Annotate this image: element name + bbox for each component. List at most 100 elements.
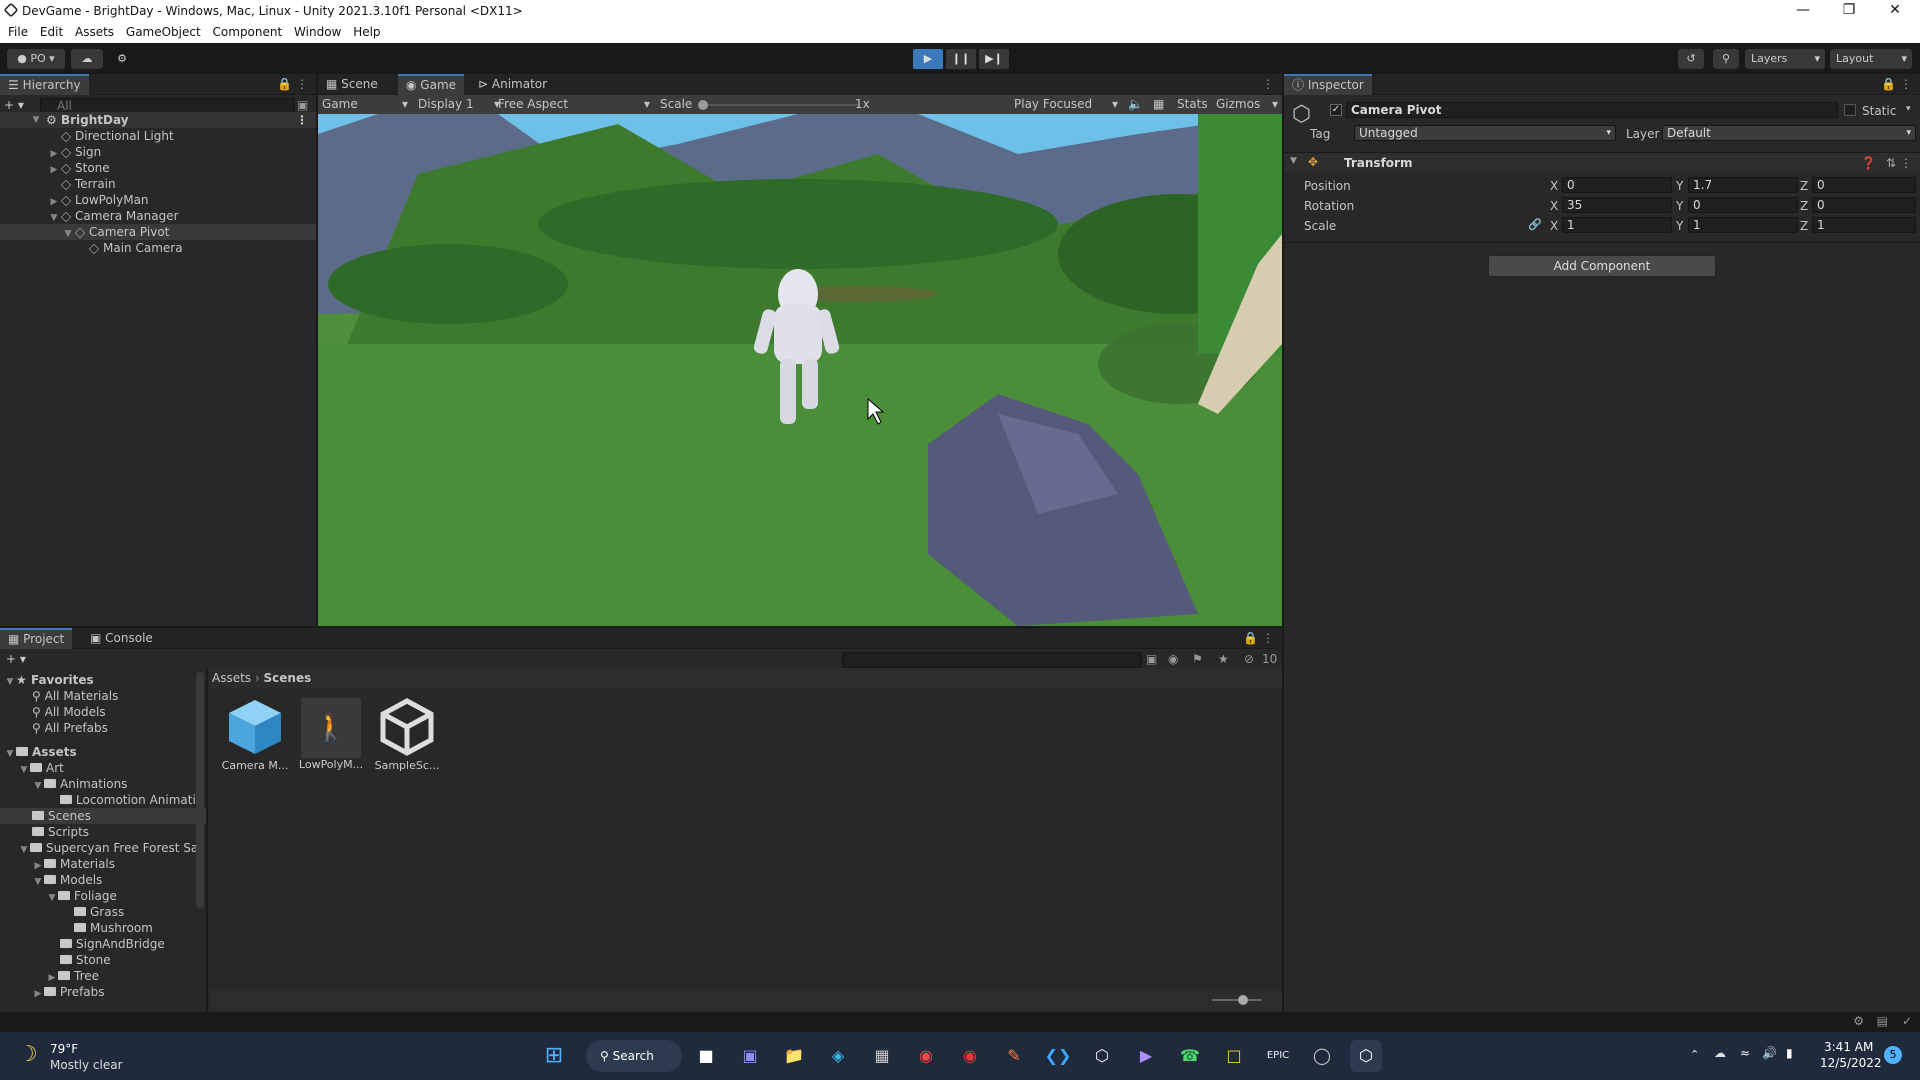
icon-size-slider[interactable] [1212, 999, 1262, 1001]
expand-arrow-icon[interactable]: ▼ [30, 112, 42, 128]
create-asset-button[interactable]: + ▾ [6, 652, 26, 666]
volume-icon[interactable]: 🔊 [1762, 1046, 1777, 1060]
epic-games-icon[interactable]: EPIC [1262, 1040, 1294, 1072]
windows-start-icon[interactable]: ⊞ [538, 1040, 570, 1072]
grid-toggle-icon[interactable]: ▦ [1153, 95, 1164, 114]
rotation-z-field[interactable]: 0 [1812, 197, 1916, 213]
hierarchy-item[interactable]: ▶ Stone [0, 160, 316, 176]
layer-dropdown[interactable]: Default ▾ [1662, 125, 1916, 141]
scene-menu-icon[interactable]: ⋮ [296, 112, 308, 128]
hierarchy-item[interactable]: ▶ Sign [0, 144, 316, 160]
obs-icon[interactable]: ◯ [1306, 1040, 1338, 1072]
battery-icon[interactable]: ▮ [1786, 1046, 1793, 1060]
tree-scrollbar[interactable] [196, 672, 204, 908]
search-icon[interactable]: ⚲ [1713, 49, 1739, 69]
account-button[interactable]: ● PO ▾ [7, 49, 65, 69]
recorder-icon[interactable]: ◉ [954, 1040, 986, 1072]
scale-z-field[interactable]: 1 [1812, 217, 1916, 233]
stats-button[interactable]: Stats [1177, 95, 1208, 114]
tab-hierarchy[interactable]: ☰ Hierarchy [0, 74, 89, 95]
hierarchy-item[interactable]: Main Camera [0, 240, 316, 256]
menu-gameobject[interactable]: GameObject [118, 22, 201, 39]
task-view-icon[interactable]: ■ [690, 1040, 722, 1072]
file-explorer-icon[interactable]: 📁 [778, 1040, 810, 1072]
teams-chat-icon[interactable]: ▣ [734, 1040, 766, 1072]
add-object-button[interactable]: + ▾ [4, 98, 24, 112]
status-check-icon[interactable]: ✓ [1902, 1014, 1912, 1028]
pen-app-icon[interactable]: ✎ [998, 1040, 1030, 1072]
layout-dropdown[interactable]: Layout ▾ [1830, 49, 1912, 69]
tab-project[interactable]: ▦ Project [0, 628, 73, 649]
tab-animator[interactable]: ⊳ Animator [470, 74, 555, 95]
step-button[interactable]: ▶❙ [979, 49, 1009, 69]
hierarchy-item-selected[interactable]: ▼ Camera Pivot [0, 224, 316, 240]
folder-item[interactable]: Mushroom [0, 920, 206, 936]
clock-time[interactable]: 3:41 AM [1824, 1040, 1873, 1054]
assets-header[interactable]: ▼ Assets [0, 744, 206, 760]
expand-arrow-icon[interactable]: ▶ [32, 986, 44, 1002]
layers-dropdown[interactable]: Layers ▾ [1745, 49, 1825, 69]
search-by-type-icon[interactable]: ▣ [1146, 652, 1157, 666]
menu-assets[interactable]: Assets [67, 22, 114, 39]
search-by-label-icon[interactable]: ◉ [1168, 652, 1178, 666]
folder-item[interactable]: Stone [0, 952, 206, 968]
kebab-menu-icon[interactable]: ⋮ [1262, 77, 1274, 91]
tray-overflow-icon[interactable]: ⌃ [1690, 1048, 1699, 1061]
menu-help[interactable]: Help [345, 22, 380, 39]
audio-mute-icon[interactable]: 🔈 [1128, 95, 1143, 114]
favorite-item[interactable]: ⚲ All Materials [0, 688, 206, 704]
folder-item[interactable]: Grass [0, 904, 206, 920]
active-checkbox[interactable]: ✓ [1330, 104, 1342, 116]
progress-icon[interactable]: ▤ [1877, 1014, 1888, 1028]
unity-editor-icon[interactable]: ⬡ [1350, 1040, 1382, 1072]
favorites-header[interactable]: ▼ ★ Favorites [0, 672, 206, 688]
gizmos-dropdown[interactable]: Gizmos ▾ [1216, 95, 1278, 114]
rotation-y-field[interactable]: 0 [1688, 197, 1798, 213]
favorite-star-icon[interactable]: ★ [1218, 652, 1229, 666]
lock-icon[interactable]: 🔒 [1243, 631, 1258, 645]
lock-icon[interactable]: 🔒 [277, 77, 292, 91]
folder-item[interactable]: ▶ Materials [0, 856, 206, 872]
notification-badge[interactable]: 5 [1884, 1046, 1902, 1064]
folder-item[interactable]: ▼ Models [0, 872, 206, 888]
favorite-item[interactable]: ⚲ All Models [0, 704, 206, 720]
folder-item[interactable]: ▼ Animations [0, 776, 206, 792]
position-y-field[interactable]: 1.7 [1688, 177, 1798, 193]
rotation-x-field[interactable]: 35 [1562, 197, 1672, 213]
unity-hub-icon[interactable]: ⬡ [1086, 1040, 1118, 1072]
folder-item[interactable]: ▶ Tree [0, 968, 206, 984]
project-search-input[interactable] [842, 652, 1142, 668]
tab-console[interactable]: ▣ Console [82, 628, 161, 649]
collab-icon[interactable]: ⚙ [108, 49, 136, 69]
menu-file[interactable]: File [0, 22, 28, 39]
lock-icon[interactable]: 🔒 [1881, 77, 1896, 91]
pause-button[interactable]: ❙❙ [946, 49, 976, 69]
wifi-icon[interactable]: ≈ [1740, 1046, 1750, 1060]
hierarchy-item[interactable]: Terrain [0, 176, 316, 192]
kebab-menu-icon[interactable]: ⋮ [1262, 631, 1274, 645]
tag-dropdown[interactable]: Untagged ▾ [1354, 125, 1616, 141]
folder-item[interactable]: ▶ Prefabs [0, 984, 206, 1000]
clock-date[interactable]: 12/5/2022 [1820, 1056, 1882, 1070]
folder-item[interactable]: Scripts [0, 824, 206, 840]
edge-browser-icon[interactable]: ◈ [822, 1040, 854, 1072]
weather-desc[interactable]: Mostly clear [50, 1058, 123, 1072]
add-component-button[interactable]: Add Component [1488, 255, 1716, 277]
tag-filter-icon[interactable]: ⚑ [1192, 652, 1203, 666]
history-icon[interactable]: ↺ [1678, 49, 1704, 69]
asset-tile[interactable]: Camera M... [220, 698, 290, 778]
asset-tile[interactable]: 🚶 LowPolyM... [296, 698, 366, 778]
folder-item[interactable]: Locomotion Animatio [0, 792, 206, 808]
breadcrumb-assets[interactable]: Assets [212, 671, 251, 685]
position-z-field[interactable]: 0 [1812, 177, 1916, 193]
tab-inspector[interactable]: ⓘ Inspector [1284, 74, 1372, 95]
scale-slider[interactable] [700, 104, 860, 106]
vscode-icon[interactable]: ❮❯ [1042, 1040, 1074, 1072]
component-menu-icon[interactable]: ⋮ [1900, 156, 1912, 170]
icon-size-slider-thumb[interactable] [1238, 995, 1248, 1005]
help-icon[interactable]: ❓ [1861, 156, 1876, 170]
kebab-menu-icon[interactable]: ⋮ [1900, 77, 1912, 91]
asset-tile[interactable]: SampleSc... [372, 698, 442, 778]
visual-studio-icon[interactable]: ▶ [1130, 1040, 1162, 1072]
cloud-icon[interactable]: ☁ [71, 49, 103, 69]
